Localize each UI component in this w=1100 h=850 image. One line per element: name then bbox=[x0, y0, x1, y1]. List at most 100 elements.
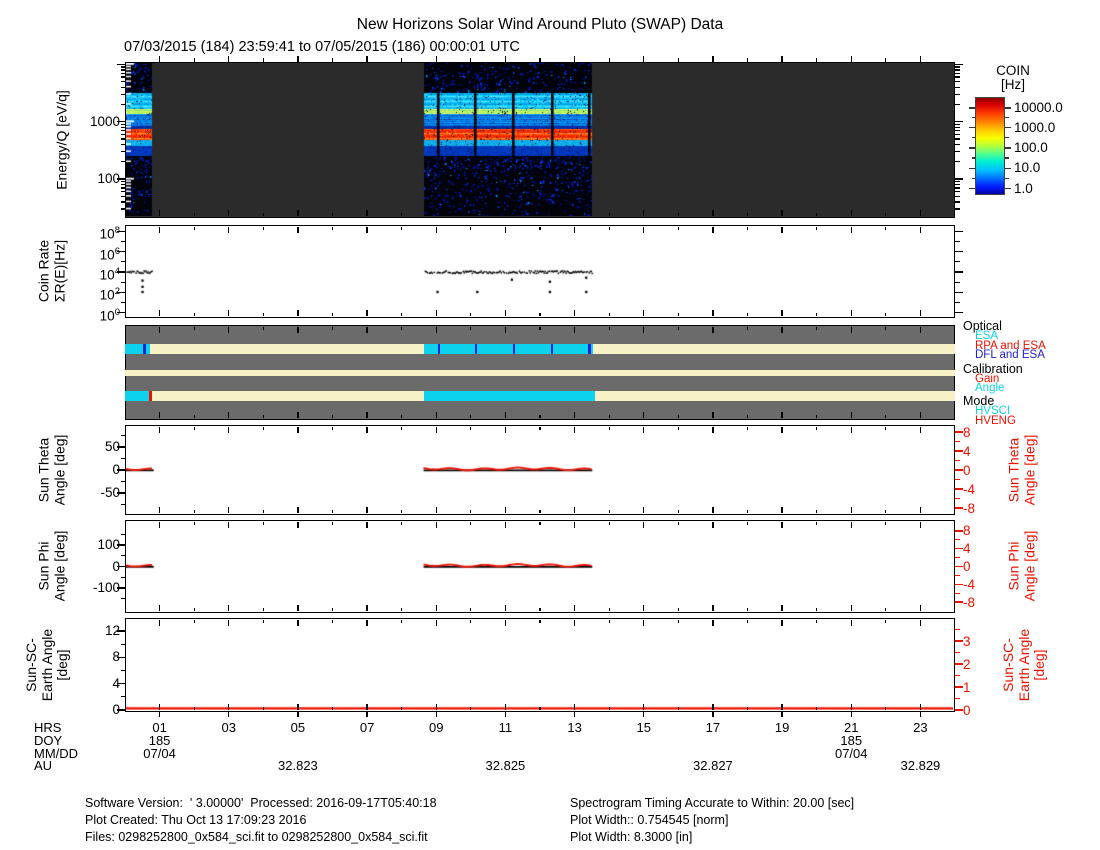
axis-tick bbox=[262, 426, 264, 431]
axis-tick bbox=[608, 414, 610, 419]
axis-tick bbox=[919, 704, 922, 711]
axis-tick bbox=[971, 117, 975, 119]
axis-tick bbox=[193, 509, 195, 514]
axis-tick bbox=[919, 226, 922, 233]
hour-label: 03 bbox=[221, 720, 236, 735]
axis-tick bbox=[955, 250, 963, 253]
axis-tick bbox=[366, 310, 368, 317]
axis-tick bbox=[331, 521, 334, 526]
axis-tick bbox=[366, 426, 368, 433]
axis-tick bbox=[120, 69, 125, 71]
axis-tick bbox=[781, 704, 783, 711]
axis-tick bbox=[955, 601, 963, 603]
axis-tick bbox=[816, 521, 818, 526]
axis-tick bbox=[539, 326, 541, 331]
axis-tick bbox=[746, 426, 749, 431]
axis-tick bbox=[955, 478, 960, 481]
axis-tick bbox=[193, 619, 195, 624]
axis-tick bbox=[677, 521, 679, 526]
axis-tick bbox=[120, 187, 125, 189]
axis-tick bbox=[228, 712, 230, 717]
axis-tick bbox=[539, 58, 541, 62]
axis-tick bbox=[470, 619, 472, 624]
axis-tick bbox=[158, 704, 161, 711]
phi-right-ylabel: Sun Phi Angle [deg] bbox=[1005, 530, 1038, 602]
axis-tick bbox=[573, 619, 576, 626]
footer-right-line: Plot Width:: 0.754545 [norm] bbox=[570, 813, 729, 827]
axis-tick bbox=[539, 607, 541, 612]
axis-tick bbox=[504, 310, 507, 317]
axis-tick bbox=[955, 69, 960, 71]
axis-tick bbox=[158, 412, 161, 419]
axis-tick bbox=[746, 326, 749, 331]
axis-tick bbox=[228, 326, 230, 333]
axis-tick bbox=[573, 226, 576, 233]
axis-tick bbox=[228, 507, 230, 514]
axis-tick bbox=[643, 605, 645, 612]
axis-tick bbox=[297, 210, 299, 217]
y-tick-label: 4 bbox=[963, 443, 971, 459]
axis-tick bbox=[262, 226, 264, 231]
axis-tick bbox=[539, 521, 541, 526]
axis-tick bbox=[746, 414, 749, 419]
axis-tick bbox=[885, 212, 887, 217]
axis-tick bbox=[228, 210, 230, 217]
axis-tick bbox=[297, 412, 299, 419]
axis-tick bbox=[401, 706, 403, 711]
hour-label: 19 bbox=[774, 720, 790, 735]
axis-tick bbox=[435, 521, 437, 528]
y-tick-label: 4 bbox=[963, 541, 971, 557]
axis-tick bbox=[297, 605, 299, 612]
axis-tick bbox=[120, 123, 125, 126]
axis-tick bbox=[712, 412, 714, 419]
y-tick-label: -8 bbox=[963, 500, 976, 516]
axis-tick bbox=[746, 521, 749, 526]
axis-tick bbox=[158, 310, 161, 317]
axis-tick bbox=[608, 226, 610, 231]
status-dfl-tick bbox=[550, 344, 554, 354]
axis-tick bbox=[643, 210, 645, 217]
axis-tick bbox=[712, 521, 714, 528]
axis-tick bbox=[955, 103, 960, 106]
axis-tick bbox=[781, 712, 783, 717]
axis-tick bbox=[955, 184, 960, 186]
axis-tick bbox=[366, 712, 368, 717]
axis-tick bbox=[955, 686, 963, 688]
axis-tick bbox=[331, 607, 334, 612]
axis-tick bbox=[955, 640, 963, 642]
axis-tick bbox=[120, 76, 125, 78]
status-segment-optical bbox=[424, 344, 593, 354]
axis-tick bbox=[120, 195, 125, 198]
axis-tick bbox=[120, 669, 125, 672]
colorbar-tick-label: 1000.0 bbox=[1014, 119, 1056, 135]
axis-tick bbox=[1005, 147, 1011, 149]
axis-tick bbox=[955, 201, 960, 203]
axis-tick bbox=[643, 619, 645, 626]
axis-tick bbox=[955, 126, 960, 128]
axis-tick bbox=[193, 326, 195, 331]
axis-tick bbox=[120, 598, 125, 600]
axis-tick bbox=[158, 55, 161, 62]
axis-tick bbox=[158, 619, 161, 626]
axis-tick bbox=[573, 310, 576, 317]
axis-tick bbox=[643, 412, 645, 419]
axis-tick bbox=[435, 619, 437, 626]
axis-tick bbox=[435, 412, 437, 419]
axis-tick bbox=[1005, 107, 1011, 109]
axis-tick bbox=[781, 619, 783, 626]
axis-tick bbox=[955, 133, 960, 136]
axis-tick bbox=[885, 414, 887, 419]
axis-tick bbox=[608, 521, 610, 526]
axis-tick bbox=[120, 86, 125, 88]
axis-tick bbox=[643, 712, 645, 717]
status-segment-optical bbox=[150, 344, 425, 354]
axis-tick bbox=[919, 605, 922, 612]
axis-tick bbox=[1005, 177, 1009, 180]
axis-tick bbox=[850, 712, 852, 717]
axis-tick bbox=[228, 426, 230, 433]
axis-tick bbox=[470, 312, 472, 317]
axis-tick bbox=[228, 605, 230, 612]
axis-tick bbox=[297, 426, 299, 433]
axis-tick bbox=[573, 605, 576, 612]
axis-tick bbox=[850, 521, 852, 528]
